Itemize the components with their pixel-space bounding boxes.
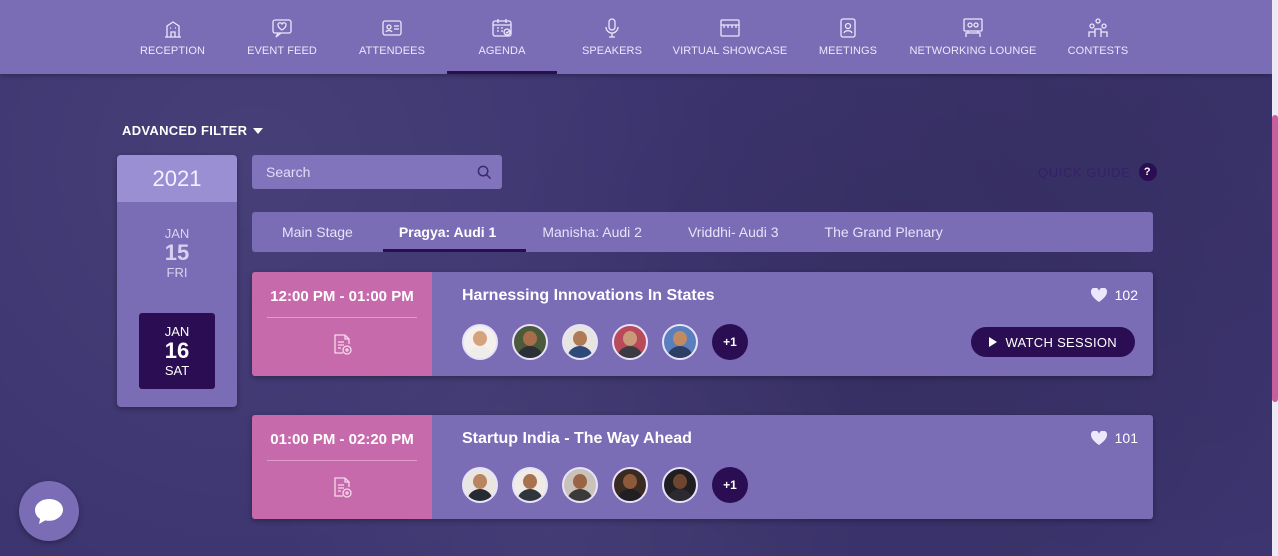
- booth-icon: [720, 19, 740, 37]
- heart-message-icon: [272, 19, 292, 38]
- tab-pragya-audi-1[interactable]: Pragya: Audi 1: [382, 212, 527, 252]
- speaker-avatar[interactable]: [662, 324, 698, 360]
- more-speakers-badge[interactable]: +1: [712, 467, 748, 503]
- nav-reception[interactable]: RECEPTION: [118, 0, 227, 74]
- nav-label: ATTENDEES: [358, 45, 426, 57]
- scrollbar-thumb[interactable]: [1272, 115, 1278, 402]
- date-jan-15[interactable]: JAN 15 FRI: [139, 215, 215, 291]
- add-to-agenda-icon[interactable]: [331, 475, 353, 499]
- date-weekday: SAT: [164, 363, 190, 378]
- session-time-block: 01:00 PM - 02:20 PM: [252, 415, 432, 519]
- speaker-avatar[interactable]: [562, 467, 598, 503]
- nav-agenda[interactable]: AGENDA: [447, 0, 557, 74]
- session-title[interactable]: Startup India - The Way Ahead: [462, 430, 692, 448]
- search-box: [252, 155, 502, 189]
- advanced-filter-label: ADVANCED FILTER: [122, 123, 248, 138]
- microphone-icon: [605, 18, 619, 38]
- session-body: Startup India - The Way Ahead 101 +1: [432, 415, 1153, 519]
- tab-grand-plenary[interactable]: The Grand Plenary: [809, 212, 973, 252]
- likes-count: 101: [1114, 430, 1138, 446]
- speaker-avatar[interactable]: [462, 324, 498, 360]
- nav-meetings[interactable]: MEETINGS: [793, 0, 903, 74]
- more-speakers-badge[interactable]: +1: [712, 324, 748, 360]
- likes[interactable]: 101: [1090, 430, 1138, 446]
- likes[interactable]: 102: [1090, 287, 1138, 303]
- watch-session-label: WATCH SESSION: [1005, 334, 1117, 350]
- watch-session-button[interactable]: WATCH SESSION: [971, 327, 1135, 357]
- session-time: 12:00 PM - 01:00 PM: [270, 288, 414, 305]
- date-month: JAN: [164, 226, 190, 241]
- tab-manisha-audi-2[interactable]: Manisha: Audi 2: [526, 212, 672, 252]
- id-card-icon: [382, 20, 402, 36]
- date-panel: 2021 JAN 15 FRI JAN 16 SAT: [117, 155, 237, 407]
- chat-bubble-icon: [35, 499, 63, 524]
- nav-label: SPEAKERS: [581, 45, 643, 57]
- building-icon: [164, 21, 181, 38]
- speaker-avatar[interactable]: [512, 324, 548, 360]
- calendar-icon: [492, 19, 512, 37]
- search-icon[interactable]: [477, 165, 492, 180]
- nav-label: AGENDA: [478, 45, 526, 57]
- speaker-avatar[interactable]: [612, 324, 648, 360]
- nav-label: CONTESTS: [1067, 45, 1129, 57]
- quick-guide-link[interactable]: QUICK GUIDE ?: [1038, 163, 1157, 181]
- tab-main-stage[interactable]: Main Stage: [266, 212, 383, 252]
- likes-count: 102: [1114, 287, 1138, 303]
- date-day: 16: [164, 338, 190, 363]
- speaker-list: +1: [462, 324, 748, 360]
- speaker-avatar[interactable]: [612, 467, 648, 503]
- heart-icon: [1090, 288, 1107, 302]
- tab-vriddhi-audi-3[interactable]: Vriddhi- Audi 3: [672, 212, 809, 252]
- speaker-avatar[interactable]: [462, 467, 498, 503]
- nav-label: EVENT FEED: [247, 45, 317, 57]
- session-body: Harnessing Innovations In States 102 +1 …: [432, 272, 1153, 376]
- nav-label: MEETINGS: [818, 45, 878, 57]
- top-nav: RECEPTION EVENT FEED ATTENDEES AGENDA SP…: [0, 0, 1272, 74]
- year-header: 2021: [117, 155, 237, 202]
- nav-event-feed[interactable]: EVENT FEED: [227, 0, 337, 74]
- session-card: 01:00 PM - 02:20 PM Startup India - The …: [252, 415, 1153, 519]
- date-jan-16[interactable]: JAN 16 SAT: [139, 313, 215, 389]
- chat-launcher-button[interactable]: [19, 481, 79, 541]
- session-time-block: 12:00 PM - 01:00 PM: [252, 272, 432, 376]
- nav-contests[interactable]: CONTESTS: [1043, 0, 1153, 74]
- quick-guide-label: QUICK GUIDE: [1038, 164, 1131, 180]
- stage-tabs: Main Stage Pragya: Audi 1 Manisha: Audi …: [252, 212, 1153, 252]
- divider: [267, 317, 417, 318]
- heart-icon: [1090, 431, 1107, 445]
- nav-networking-lounge[interactable]: NETWORKING LOUNGE: [903, 0, 1043, 74]
- nav-virtual-showcase[interactable]: VIRTUAL SHOWCASE: [667, 0, 793, 74]
- trophy-people-icon: [1088, 18, 1108, 37]
- speaker-avatar[interactable]: [512, 467, 548, 503]
- divider: [267, 460, 417, 461]
- search-input[interactable]: [266, 164, 477, 180]
- play-icon: [989, 337, 998, 347]
- session-time: 01:00 PM - 02:20 PM: [270, 431, 414, 448]
- advanced-filter-toggle[interactable]: ADVANCED FILTER: [122, 123, 264, 138]
- date-month: JAN: [164, 324, 190, 339]
- speaker-avatar[interactable]: [662, 467, 698, 503]
- add-to-agenda-icon[interactable]: [331, 332, 353, 356]
- session-title[interactable]: Harnessing Innovations In States: [462, 287, 715, 305]
- date-day: 15: [164, 240, 190, 265]
- nav-label: RECEPTION: [139, 45, 206, 57]
- nav-attendees[interactable]: ATTENDEES: [337, 0, 447, 74]
- nav-label: VIRTUAL SHOWCASE: [672, 45, 788, 57]
- nav-label: NETWORKING LOUNGE: [909, 45, 1037, 57]
- session-card: 12:00 PM - 01:00 PM Harnessing Innovatio…: [252, 272, 1153, 376]
- meeting-icon: [840, 18, 856, 38]
- speaker-list: +1: [462, 467, 748, 503]
- caret-down-icon: [253, 127, 264, 134]
- nav-speakers[interactable]: SPEAKERS: [557, 0, 667, 74]
- help-icon: ?: [1138, 163, 1157, 181]
- date-weekday: FRI: [166, 265, 188, 280]
- lounge-icon: [963, 18, 983, 37]
- speaker-avatar[interactable]: [562, 324, 598, 360]
